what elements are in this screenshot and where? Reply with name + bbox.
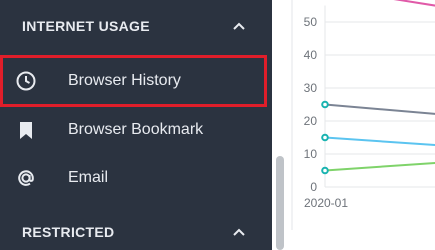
sidebar-item-email[interactable]: Email: [0, 152, 272, 204]
y-tick-label: 10: [304, 147, 318, 161]
sidebar-scrollbar-thumb[interactable]: [276, 156, 284, 250]
clock-icon: [14, 69, 38, 93]
sidebar-item-label: Browser Bookmark: [68, 121, 204, 138]
chevron-up-icon[interactable]: [232, 225, 246, 239]
sidebar-item-label: Browser History: [68, 72, 181, 89]
line-chart: 0 10 20 30 40 50 2020-01: [288, 0, 435, 250]
sidebar: INTERNET USAGE Browser History Browser B…: [0, 0, 272, 250]
section-title: INTERNET USAGE: [22, 18, 150, 34]
app-root: INTERNET USAGE Browser History Browser B…: [0, 0, 435, 250]
x-tick-label: 2020-01: [304, 196, 348, 210]
at-sign-icon: [14, 166, 38, 190]
bookmark-icon: [14, 118, 38, 142]
sidebar-item-browser-history[interactable]: Browser History: [0, 55, 267, 107]
y-tick-label: 40: [304, 48, 318, 62]
section-header-restricted[interactable]: RESTRICTED: [0, 214, 272, 250]
chevron-up-icon[interactable]: [232, 19, 246, 33]
sidebar-item-label: Email: [68, 169, 109, 186]
y-tick-label: 0: [310, 180, 317, 194]
data-point[interactable]: [321, 133, 329, 142]
sidebar-item-browser-bookmark[interactable]: Browser Bookmark: [0, 104, 272, 156]
y-tick-label: 30: [304, 81, 318, 95]
data-point[interactable]: [321, 100, 329, 109]
y-tick-label: 20: [304, 114, 318, 128]
section-header-internet-usage[interactable]: INTERNET USAGE: [0, 8, 272, 44]
y-tick-label: 50: [304, 15, 318, 29]
section-title: RESTRICTED: [22, 224, 115, 240]
data-point[interactable]: [321, 166, 329, 175]
